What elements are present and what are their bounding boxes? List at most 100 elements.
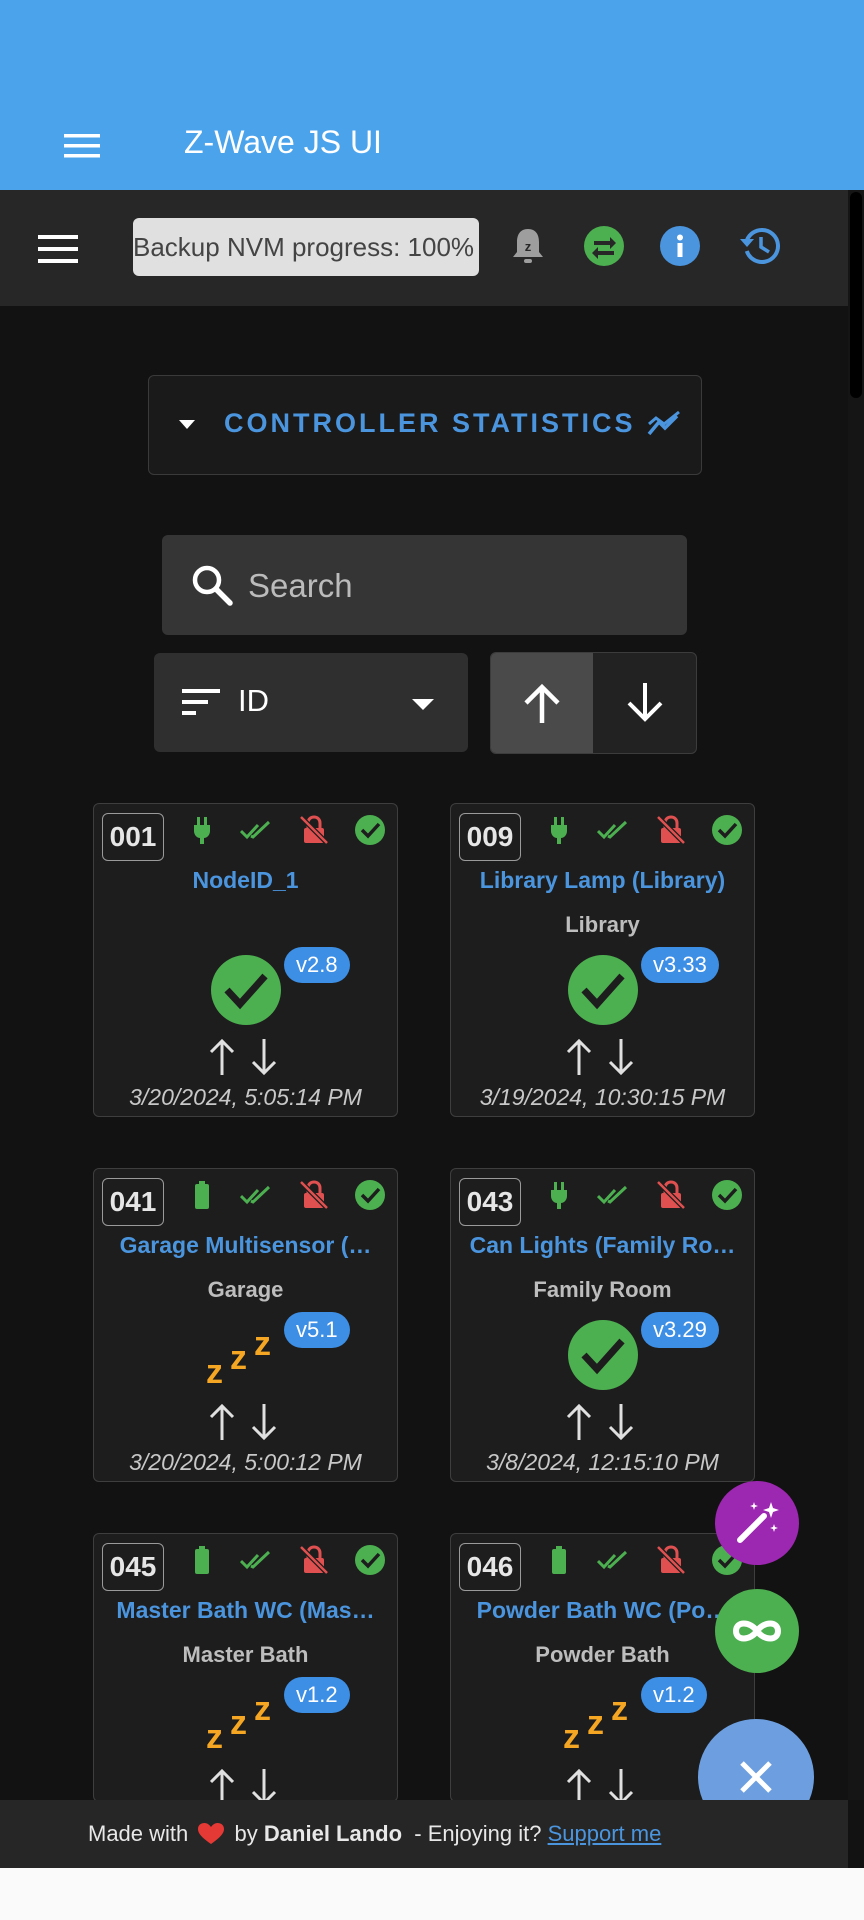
caret-down-icon [412,699,434,710]
scrollbar-thumb[interactable] [850,192,862,398]
check-circle-icon [354,814,386,846]
traffic-arrows-icon [208,1402,284,1442]
node-location: Library [565,912,640,937]
traffic-arrows-icon [565,1037,641,1077]
link-infinity-fab[interactable] [714,1588,800,1674]
svg-text:z: z [525,239,532,254]
node-card[interactable]: 041 Garage Multisensor (… Garage z z z v5.1 3/2… [93,1168,398,1482]
controller-statistics-toggle[interactable]: CONTROLLER STATISTICS [148,375,702,475]
status-asleep-icon: zzz [557,1684,647,1756]
node-location: Garage [207,1277,284,1302]
node-card[interactable]: 045 Master Bath WC (Mas… Master Bath z z z v1.… [93,1533,398,1806]
footer-by: by [234,1821,258,1846]
node-location: Powder Bath [535,1642,670,1667]
check-circle-icon [354,1544,386,1576]
node-card[interactable]: 009 Library Lamp (Library) Library v3.33 3/1… [450,803,755,1117]
node-id-badge: 041 [102,1178,164,1226]
node-id-badge: 046 [459,1543,521,1591]
node-name[interactable]: Can Lights (Family Ro… [459,1232,746,1259]
node-id-badge: 045 [102,1543,164,1591]
node-id-badge: 001 [102,813,164,861]
support-link[interactable]: Support me [548,1821,662,1846]
arrow-up-icon [524,683,560,723]
caret-down-icon [179,420,195,429]
firmware-version-badge: v1.2 [284,1677,350,1713]
alarm-snooze-icon[interactable]: z [506,224,550,268]
check-all-icon [596,1179,629,1211]
svg-text:z: z [230,1339,247,1377]
controller-statistics-label: CONTROLLER STATISTICS [224,408,636,438]
last-active-date: 3/19/2024, 10:30:15 PM [479,1084,726,1110]
check-circle-icon [711,1179,743,1211]
node-location: Master Bath [182,1642,309,1667]
svg-text:z: z [587,1704,604,1742]
battery-icon [543,1544,575,1576]
backup-progress-bar: Backup NVM progress: 100% [133,218,479,276]
heart-icon [198,1823,225,1844]
status-alive-icon [210,954,282,1026]
bottom-area [0,1868,864,1920]
traffic-arrows-icon [565,1402,641,1442]
firmware-version-badge: v1.2 [641,1677,707,1713]
footer-author: Daniel Lando [263,1821,403,1846]
lock-off-icon [655,1544,687,1576]
svg-text:z: z [611,1690,628,1728]
node-card[interactable]: 001 NodeID_1 v2.8 3/20/2024, 5:05:14 PM [93,803,398,1117]
firmware-version-badge: v3.29 [641,1312,719,1348]
menu-icon[interactable] [38,234,78,264]
scrollbar-track[interactable] [848,190,864,1800]
firmware-version-badge: v2.8 [284,947,350,983]
node-name[interactable]: Powder Bath WC (Po… [459,1597,746,1624]
last-active-date: 3/20/2024, 5:00:12 PM [129,1449,362,1475]
search-icon [192,565,233,606]
sort-order-toggle [490,652,697,754]
battery-icon [186,1179,218,1211]
footer-enjoying: - Enjoying it? [414,1821,542,1846]
footer-made-with: Made with [88,1821,189,1846]
status-asleep-icon: zzz [200,1319,290,1391]
lock-off-icon [298,1179,330,1211]
magic-wand-fab[interactable] [714,1480,800,1566]
power-plug-icon [543,1179,575,1211]
status-asleep-icon: zzz [200,1684,290,1756]
node-id-badge: 043 [459,1178,521,1226]
app-bar: Z-Wave JS UI [0,0,864,190]
swap-icon[interactable] [582,224,626,268]
node-location: Family Room [533,1277,672,1302]
lock-off-icon [298,814,330,846]
menu-icon[interactable] [64,132,100,160]
svg-text:z: z [206,1718,223,1756]
search-input[interactable] [246,559,670,613]
arrow-down-icon [627,683,663,722]
firmware-version-badge: v3.33 [641,947,719,983]
node-id-badge: 009 [459,813,521,861]
battery-icon [186,1544,218,1576]
check-all-icon [239,1179,272,1211]
history-icon[interactable] [738,224,782,268]
svg-text:z: z [254,1325,271,1363]
last-active-date: 3/20/2024, 5:05:14 PM [129,1084,362,1110]
info-icon[interactable] [658,224,702,268]
app-title: Z-Wave JS UI [184,124,382,160]
sort-descending-button[interactable] [594,653,696,753]
svg-text:z: z [563,1718,580,1756]
node-card[interactable]: 043 Can Lights (Family Ro… Family Room v3.2… [450,1168,755,1482]
power-plug-icon [543,814,575,846]
sort-field-select[interactable]: ID [154,653,468,752]
sort-field-value: ID [238,683,269,718]
check-all-icon [239,1544,272,1576]
search-box [162,535,687,635]
check-all-icon [596,1544,629,1576]
sort-icon [182,689,220,715]
firmware-version-badge: v5.1 [284,1312,350,1348]
check-all-icon [239,814,272,846]
node-name[interactable]: NodeID_1 [102,867,389,894]
node-name[interactable]: Library Lamp (Library) [459,867,746,894]
node-name[interactable]: Garage Multisensor (… [102,1232,389,1259]
status-alive-icon [567,1319,639,1391]
traffic-arrows-icon [208,1037,284,1077]
check-all-icon [596,814,629,846]
node-name[interactable]: Master Bath WC (Mas… [102,1597,389,1624]
sort-ascending-button[interactable] [491,653,593,753]
lock-off-icon [655,814,687,846]
